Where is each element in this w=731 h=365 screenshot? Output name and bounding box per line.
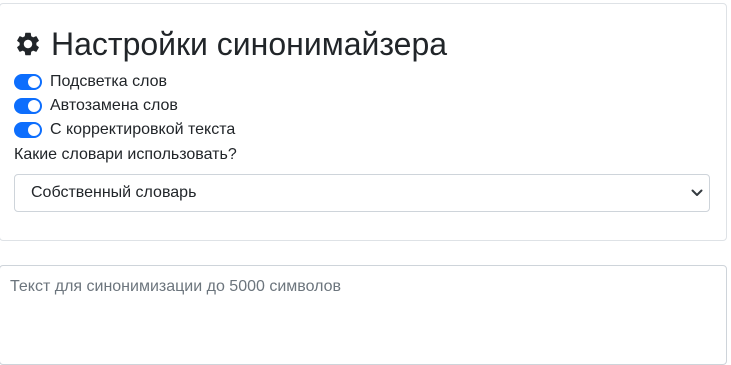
highlight-words-label: Подсветка слов [50,73,168,90]
gear-icon [14,30,42,58]
dictionary-question-label: Какие словари использовать? [14,146,237,163]
page-title: Настройки синонимайзера [51,26,448,62]
synonymize-text-input[interactable] [0,265,727,365]
autoreplace-words-label: Автозамена слов [50,97,178,114]
settings-header: Настройки синонимайзера [14,24,447,64]
dictionary-select-value: Собственный словарь [31,184,197,201]
highlight-words-toggle[interactable] [14,74,42,90]
settings-panel: Настройки синонимайзера Подсветка слов А… [0,3,727,241]
switch-row-autoreplace[interactable]: Автозамена слов [14,95,178,117]
switch-row-correction[interactable]: С корректировкой текста [14,119,235,141]
text-correction-toggle[interactable] [14,122,42,138]
chevron-down-icon [691,188,703,198]
switch-row-highlight[interactable]: Подсветка слов [14,71,167,93]
autoreplace-words-toggle[interactable] [14,98,42,114]
dictionary-select[interactable]: Собственный словарь [14,174,710,212]
text-correction-label: С корректировкой текста [50,121,236,138]
